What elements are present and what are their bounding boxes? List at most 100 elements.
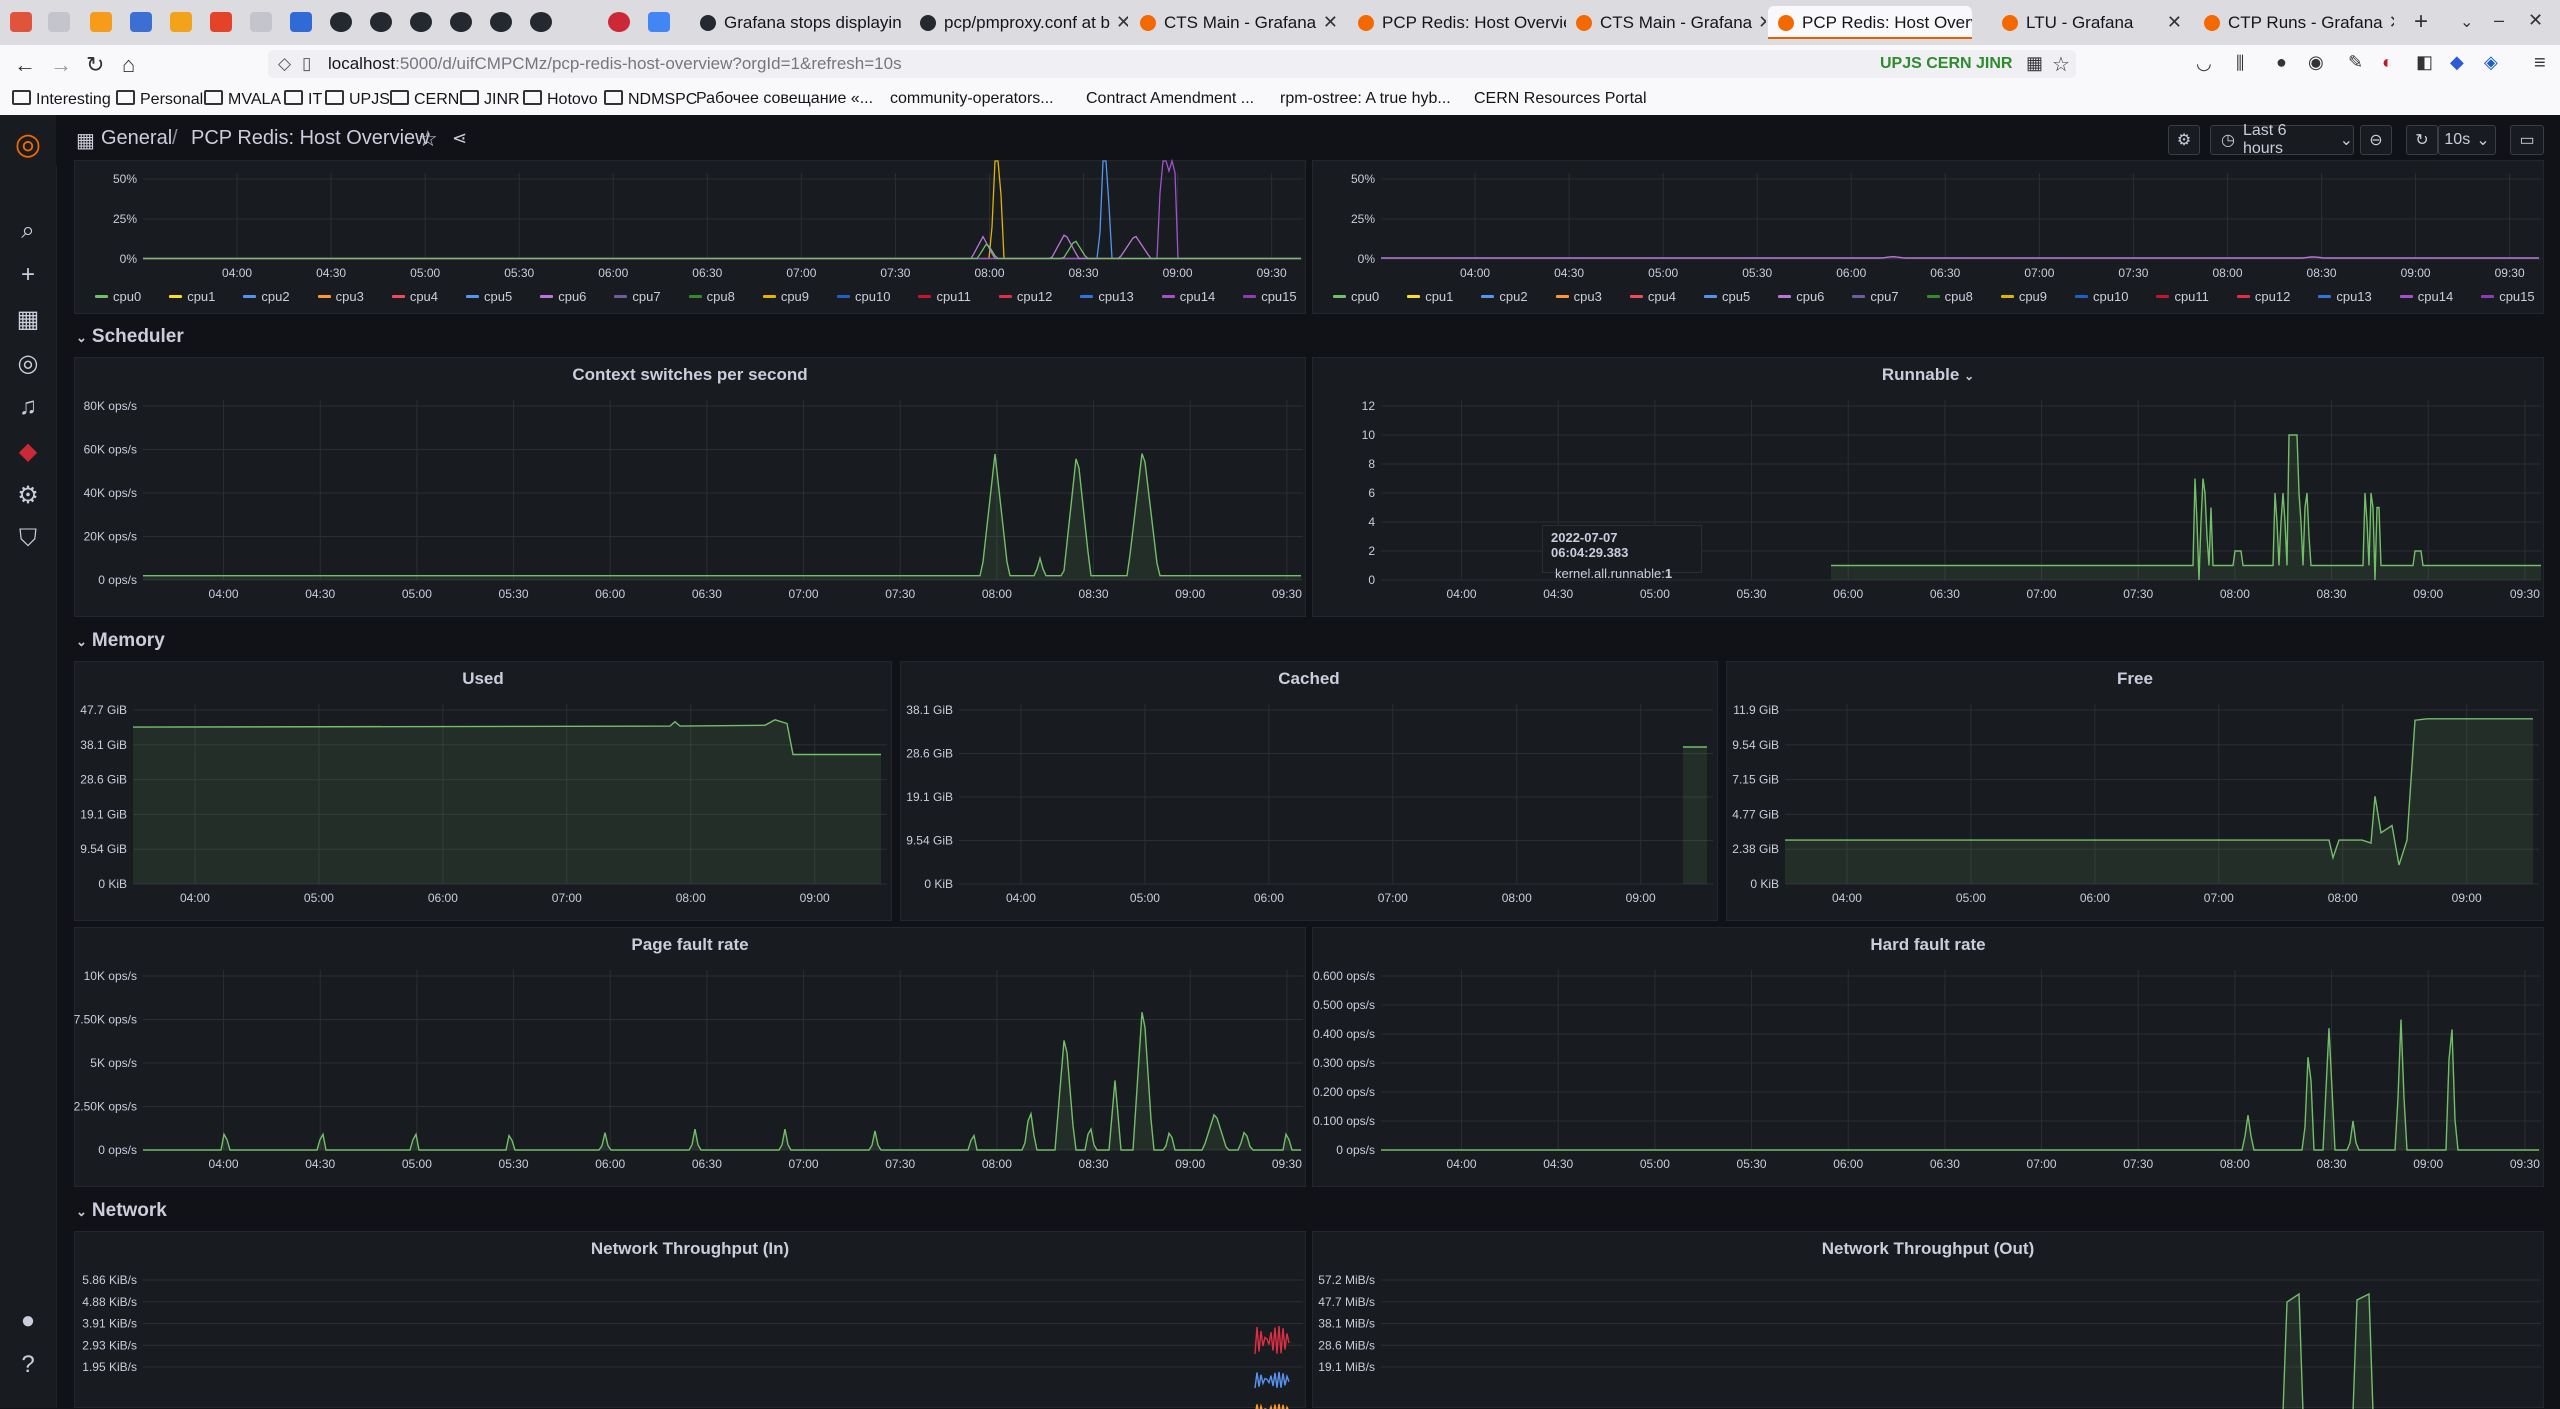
bookmark-folder[interactable]: JINR — [460, 90, 520, 109]
close-tab-icon[interactable]: ✕ — [2383, 12, 2394, 33]
dashboard-settings-button[interactable]: ⚙ — [2168, 125, 2200, 155]
tracking-shield-icon[interactable]: ◇ — [278, 54, 291, 74]
row-header-network[interactable]: ⌄ Network — [76, 1200, 167, 1222]
legend-item[interactable]: cpu9 — [762, 289, 823, 304]
pinned-tab-icon[interactable] — [130, 12, 152, 32]
url-text[interactable]: localhost:5000/d/uifCMPCMz/pcp-redis-hos… — [328, 54, 902, 74]
refresh-interval-picker[interactable]: 10s ⌄ — [2438, 125, 2496, 155]
time-picker-button[interactable]: ◷ Last 6 hours ⌄ — [2210, 122, 2354, 157]
extension-badge[interactable]: UPJS CERN JINR — [1880, 55, 2012, 73]
panel-memory-cached[interactable]: Cached 0 KiB 9.54 GiB 19.1 GiB 28.6 GiB 38.1… — [900, 661, 1718, 921]
extension-icon[interactable]: ◈ — [2484, 52, 2498, 73]
tab-ctp-runs[interactable]: CTP Runs - Grafana✕ — [2194, 6, 2394, 39]
library-icon[interactable]: ⫼ — [2236, 53, 2244, 74]
legend-item[interactable]: cpu14 — [1161, 289, 1229, 304]
pinned-tab-icon[interactable] — [10, 12, 32, 32]
tv-mode-button[interactable]: ▭ — [2510, 125, 2544, 155]
page-info-icon[interactable]: ▯ — [302, 54, 311, 74]
panel-context-switches[interactable]: Context switches per second 0 ops/s 20K o… — [74, 357, 1306, 617]
tab-cts-main-2[interactable]: CTS Main - Grafana ✕ — [1566, 6, 1766, 39]
close-tab-icon[interactable]: ✕ — [2161, 12, 2182, 33]
extension-icon[interactable]: ◆ — [2450, 52, 2464, 73]
bookmark-folder[interactable]: MVALA — [204, 90, 281, 109]
bookmark-folder[interactable]: NDMSPC — [604, 90, 697, 109]
legend-item[interactable]: cpu3 — [317, 289, 378, 304]
bookmark-star-icon[interactable]: ☆ — [2052, 52, 2070, 77]
legend-item[interactable]: cpu12 — [998, 289, 1066, 304]
panel-memory-used[interactable]: Used 0 KiB 9.54 GiB 19.1 GiB 28.6 GiB 38.1 G… — [74, 661, 892, 921]
server-admin-icon[interactable]: ⛉ — [0, 525, 56, 553]
close-tab-icon[interactable]: ✕ — [1752, 12, 1766, 33]
tab-pcp-redis[interactable]: PCP Redis: Host Overvie✕ — [1348, 6, 1566, 39]
bookmark-folder[interactable]: Personal — [116, 90, 203, 109]
close-window-icon[interactable]: ✕ — [2528, 10, 2543, 31]
github-icon[interactable] — [330, 12, 352, 32]
zoom-out-button[interactable]: ⊖ — [2360, 125, 2392, 155]
back-icon[interactable]: ← — [14, 52, 36, 78]
legend-item[interactable]: cpu6 — [1778, 289, 1838, 304]
alerting-icon[interactable]: ♫ — [0, 393, 56, 421]
legend-item[interactable]: cpu2 — [1481, 289, 1541, 304]
legend-item[interactable]: cpu8 — [1926, 289, 1987, 304]
github-icon[interactable] — [410, 12, 432, 32]
help-icon[interactable]: ? — [0, 1351, 56, 1379]
legend-item[interactable]: cpu0 — [95, 289, 155, 304]
legend-item[interactable]: cpu15 — [2481, 289, 2548, 304]
row-header-memory[interactable]: ⌄ Memory — [76, 630, 165, 652]
star-icon[interactable]: ☆ — [418, 126, 438, 152]
panel-memory-free[interactable]: Free 0 KiB 2.38 GiB 4.77 GiB 7.15 GiB 9.54 G… — [1726, 661, 2544, 921]
bookmark-link[interactable]: Contract Amendment ... — [1086, 90, 1254, 108]
legend-item[interactable]: cpu10 — [2075, 289, 2142, 304]
tab-cts-main[interactable]: CTS Main - Grafana ✕ — [1130, 6, 1348, 39]
github-icon[interactable] — [530, 12, 552, 32]
legend-item[interactable]: cpu7 — [614, 289, 674, 304]
qr-code-icon[interactable]: ▦ — [2026, 53, 2043, 74]
search-icon[interactable]: ⌕ — [0, 217, 56, 245]
legend-item[interactable]: cpu12 — [2236, 289, 2304, 304]
close-tab-icon[interactable]: ✕ — [1110, 12, 1128, 33]
minimize-icon[interactable]: – — [2494, 10, 2504, 31]
extension-icon[interactable]: ✎ — [2348, 52, 2363, 73]
panel-network-in[interactable]: Network Throughput (In) 1.95 KiB/s 2.93 K… — [74, 1231, 1306, 1409]
pinned-tab-icon[interactable] — [170, 12, 192, 32]
bookmark-folder[interactable]: UPJS — [325, 90, 390, 109]
extension-icon[interactable]: ◧ — [2416, 52, 2433, 73]
legend-item[interactable]: cpu3 — [1555, 289, 1616, 304]
legend-item[interactable]: cpu11 — [2156, 289, 2222, 304]
redhat-icon[interactable] — [608, 12, 630, 32]
legend-item[interactable]: cpu4 — [1629, 289, 1690, 304]
bookmark-folder[interactable]: Hotovo — [523, 90, 598, 109]
legend-item[interactable]: cpu10 — [837, 289, 904, 304]
docs-icon[interactable] — [648, 12, 670, 32]
extension-icon[interactable]: ◐ — [2382, 52, 2393, 73]
panel-page-fault-rate[interactable]: Page fault rate 0 ops/s 2.50K ops/s 5K ops… — [74, 927, 1306, 1187]
github-icon[interactable] — [490, 12, 512, 32]
legend-item[interactable]: cpu9 — [2000, 289, 2061, 304]
reload-icon[interactable]: ↻ — [86, 52, 104, 78]
dashboards-icon[interactable]: ▦ — [0, 305, 56, 334]
legend-item[interactable]: cpu15 — [1243, 289, 1310, 304]
close-tab-icon[interactable]: ✕ — [1317, 12, 1338, 33]
legend-item[interactable]: cpu13 — [1080, 289, 1147, 304]
legend-item[interactable]: cpu2 — [243, 289, 303, 304]
account-icon[interactable]: ● — [2276, 52, 2287, 73]
pinned-tab-icon[interactable] — [250, 12, 272, 32]
pcp-plugin-icon[interactable]: ◆ — [0, 437, 56, 466]
explore-icon[interactable]: ◎ — [0, 349, 56, 378]
panel-hard-fault-rate[interactable]: Hard fault rate 0 ops/s 0.100 ops/s 0.200 … — [1312, 927, 2544, 1187]
legend-item[interactable]: cpu14 — [2399, 289, 2467, 304]
legend-item[interactable]: cpu0 — [1333, 289, 1393, 304]
legend-item[interactable]: cpu5 — [466, 289, 526, 304]
menu-icon[interactable]: ≡ — [2534, 52, 2546, 75]
configuration-icon[interactable]: ⚙ — [0, 481, 56, 510]
forward-icon[interactable]: → — [50, 52, 72, 78]
bookmark-link[interactable]: community-operators... — [890, 90, 1054, 108]
pocket-icon[interactable]: ◡ — [2196, 53, 2212, 74]
legend-item[interactable]: cpu8 — [688, 289, 749, 304]
extension-icon[interactable]: ◉ — [2308, 52, 2324, 73]
user-avatar-icon[interactable]: ● — [0, 1307, 56, 1335]
pinned-tab-icon[interactable] — [290, 12, 312, 32]
legend-item[interactable]: cpu5 — [1704, 289, 1764, 304]
bookmark-link[interactable]: Рабочее совещание «... — [696, 90, 873, 108]
pinned-tab-icon[interactable] — [210, 12, 232, 32]
